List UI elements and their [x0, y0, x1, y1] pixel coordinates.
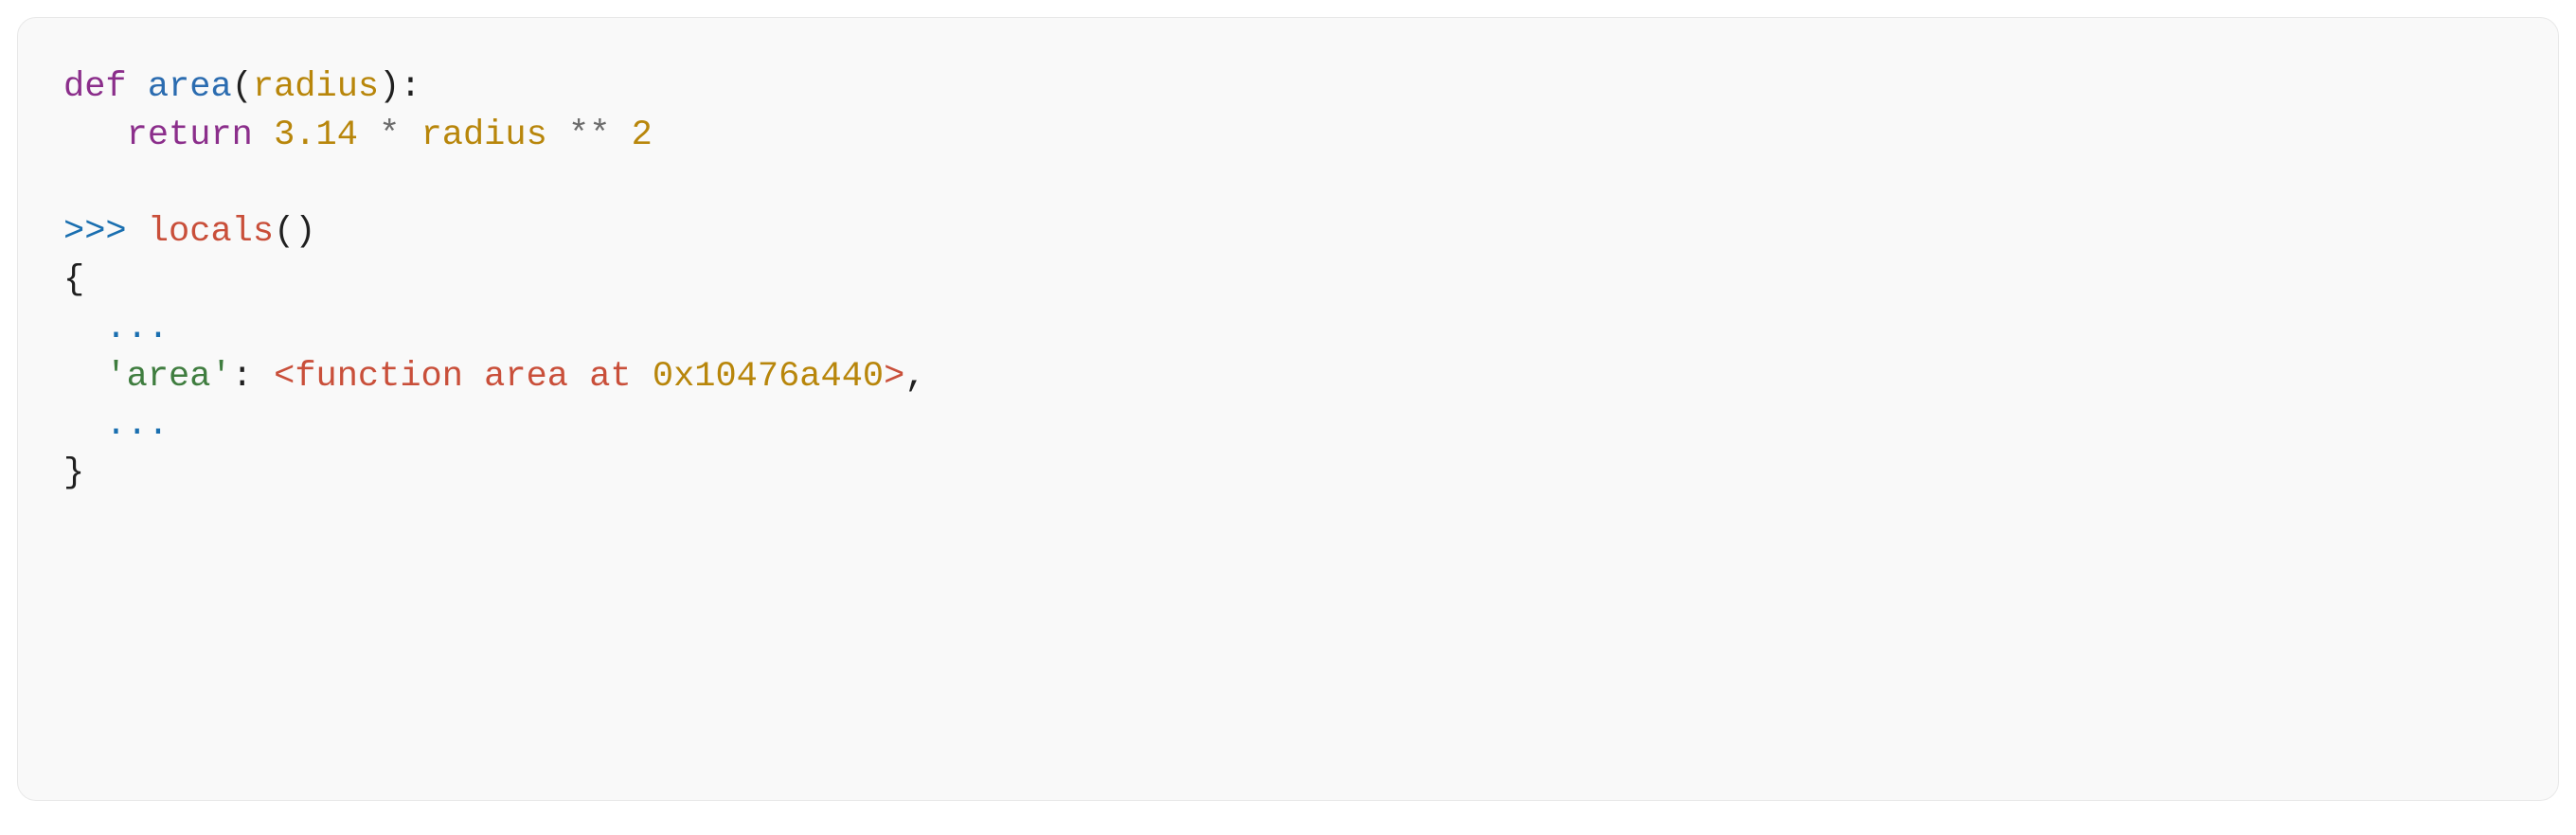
indent [63, 357, 105, 397]
ellipsis: ... [105, 309, 169, 348]
code-line-7: 'area': <function area at 0x10476a440>, [63, 357, 926, 397]
repr-at: at [589, 357, 631, 397]
op-pow: ** [568, 115, 610, 155]
paren-close: ) [295, 212, 315, 252]
code-line-9: } [63, 453, 84, 493]
brace-close: } [63, 453, 84, 493]
space [610, 115, 631, 155]
call-locals: locals [148, 212, 274, 252]
keyword-return: return [127, 115, 253, 155]
op-mul: * [379, 115, 400, 155]
colon: : [232, 357, 253, 397]
brace-open: { [63, 260, 84, 300]
dict-key-area: 'area' [105, 357, 231, 397]
angle-open: < [274, 357, 295, 397]
repl-prompt: >>> [63, 212, 127, 252]
paren-open: ( [274, 212, 295, 252]
space [547, 115, 568, 155]
indent [63, 405, 105, 445]
code-line-2: return 3.14 * radius ** 2 [63, 115, 653, 155]
literal-pi: 3.14 [274, 115, 358, 155]
code-line-6: ... [63, 309, 169, 348]
code-line-8: ... [63, 405, 169, 445]
space [358, 115, 379, 155]
space [632, 357, 653, 397]
function-name: area [148, 67, 232, 107]
colon: : [400, 67, 420, 107]
keyword-def: def [63, 67, 127, 107]
space [253, 115, 274, 155]
literal-exp: 2 [632, 115, 653, 155]
indent [63, 309, 105, 348]
repr-addr: 0x10476a440 [653, 357, 884, 397]
var-radius: radius [421, 115, 547, 155]
space [127, 212, 148, 252]
indent [63, 115, 127, 155]
code-line-4: >>> locals() [63, 212, 316, 252]
comma: , [904, 357, 925, 397]
repr-class: function [295, 357, 463, 397]
space [400, 115, 420, 155]
ellipsis: ... [105, 405, 169, 445]
angle-close: > [884, 357, 904, 397]
code-block: def area(radius): return 3.14 * radius *… [17, 17, 2559, 801]
space [568, 357, 589, 397]
paren-close: ) [379, 67, 400, 107]
code-line-1: def area(radius): [63, 67, 421, 107]
space [127, 67, 148, 107]
space [463, 357, 484, 397]
space [253, 357, 274, 397]
paren-open: ( [232, 67, 253, 107]
repr-name: area [484, 357, 568, 397]
param-radius: radius [253, 67, 379, 107]
code-line-5: { [63, 260, 84, 300]
